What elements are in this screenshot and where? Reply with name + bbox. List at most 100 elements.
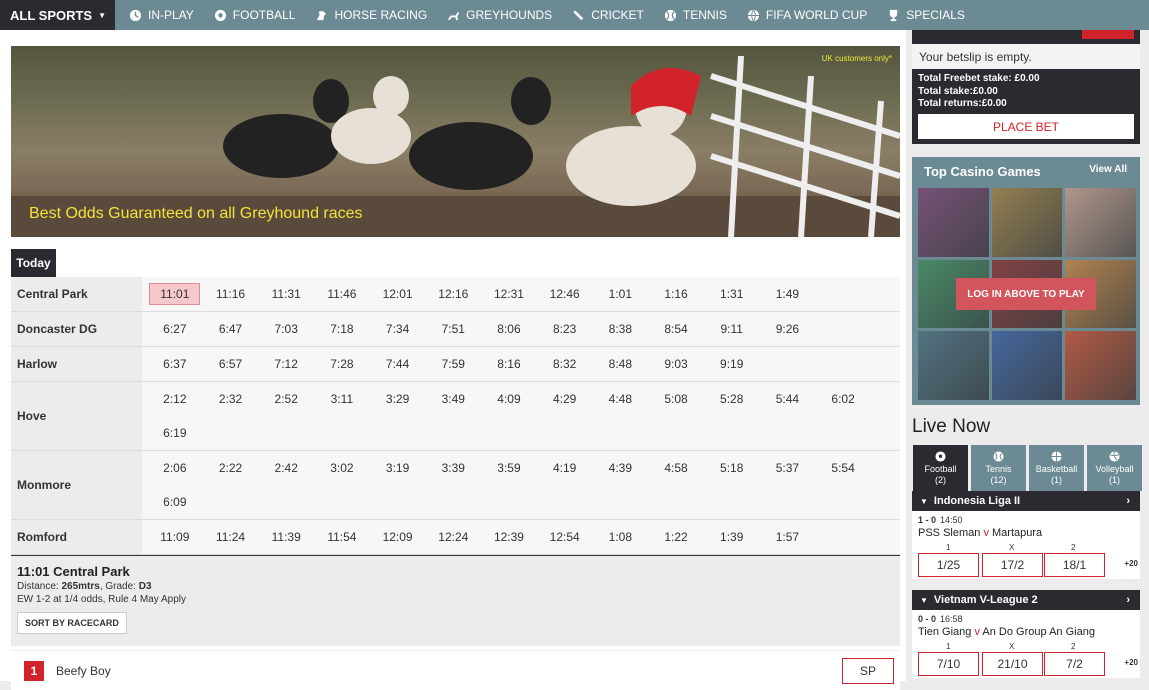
nav-fifa-world-cup[interactable]: FIFA WORLD CUP xyxy=(747,8,867,22)
nav-in-play[interactable]: IN-PLAY xyxy=(129,8,194,22)
race-time-link[interactable]: 12:09 xyxy=(370,520,426,554)
race-time-link[interactable]: 4:09 xyxy=(481,382,537,416)
place-bet-button[interactable]: PLACE BET xyxy=(918,114,1134,139)
casino-game-tile[interactable] xyxy=(1065,188,1136,257)
more-markets-link[interactable]: +20 xyxy=(1124,658,1138,667)
nav-greyhounds[interactable]: GREYHOUNDS xyxy=(447,8,552,22)
casino-game-tile[interactable] xyxy=(1065,331,1136,400)
race-time-link[interactable]: 12:31 xyxy=(481,277,537,311)
race-time-link[interactable]: 5:28 xyxy=(704,382,760,416)
casino-game-tile[interactable] xyxy=(918,331,989,400)
race-time-link[interactable]: 6:09 xyxy=(147,485,203,519)
race-time-link[interactable]: 4:19 xyxy=(537,451,593,485)
league-header[interactable]: ▼ Vietnam V-League 2 › xyxy=(912,590,1140,610)
odds-button[interactable]: 21/10 xyxy=(982,652,1043,676)
race-time-link[interactable]: 2:32 xyxy=(203,382,259,416)
race-time-link[interactable]: 8:16 xyxy=(481,347,537,381)
race-time-link[interactable]: 7:51 xyxy=(425,312,481,346)
race-time-link[interactable]: 6:27 xyxy=(147,312,203,346)
race-time-link[interactable]: 4:58 xyxy=(648,451,704,485)
live-tab-volleyball[interactable]: Volleyball (1) xyxy=(1087,445,1142,491)
live-tab-basketball[interactable]: Basketball (1) xyxy=(1029,445,1084,491)
race-time-link[interactable]: 11:39 xyxy=(258,520,314,554)
casino-game-tile[interactable] xyxy=(991,188,1063,257)
race-time-link[interactable]: 8:48 xyxy=(593,347,649,381)
race-time-link[interactable]: 7:03 xyxy=(258,312,314,346)
race-time-link[interactable]: 5:54 xyxy=(815,451,871,485)
race-time-link[interactable]: 7:28 xyxy=(314,347,370,381)
race-time-link[interactable]: 4:39 xyxy=(593,451,649,485)
race-time-link[interactable]: 2:52 xyxy=(258,382,314,416)
race-time-link[interactable]: 12:39 xyxy=(481,520,537,554)
race-time-link[interactable]: 3:49 xyxy=(425,382,481,416)
race-time-link[interactable]: 12:46 xyxy=(537,277,593,311)
race-time-link[interactable]: 6:02 xyxy=(815,382,871,416)
race-time-link[interactable]: 8:54 xyxy=(648,312,704,346)
nav-football[interactable]: FOOTBALL xyxy=(214,8,295,22)
race-time-link[interactable]: 7:12 xyxy=(258,347,314,381)
nav-specials[interactable]: SPECIALS xyxy=(887,8,965,22)
odds-button[interactable]: 7/10 xyxy=(918,652,979,676)
race-time-link[interactable]: 1:22 xyxy=(648,520,704,554)
race-time-link[interactable]: 3:29 xyxy=(370,382,426,416)
login-to-play-button[interactable]: LOG IN ABOVE TO PLAY xyxy=(956,278,1096,310)
odds-button[interactable]: 7/2 xyxy=(1044,652,1105,676)
race-time-link[interactable]: 1:49 xyxy=(760,277,816,311)
race-time-link[interactable]: 12:01 xyxy=(370,277,426,311)
race-time-link[interactable]: 1:31 xyxy=(704,277,760,311)
live-tab-tennis[interactable]: Tennis (12) xyxy=(971,445,1026,491)
race-time-link[interactable]: 3:59 xyxy=(481,451,537,485)
view-all-link[interactable]: View All xyxy=(1089,164,1127,175)
all-sports-menu[interactable]: ALL SPORTS ▼ xyxy=(0,0,115,30)
race-time-link[interactable]: 9:03 xyxy=(648,347,704,381)
race-time-link[interactable]: 2:42 xyxy=(258,451,314,485)
promo-banner[interactable]: UK customers only* Best Odds Guaranteed … xyxy=(11,46,900,237)
race-time-link[interactable]: 12:16 xyxy=(425,277,481,311)
race-time-link[interactable]: 5:08 xyxy=(648,382,704,416)
race-time-link[interactable]: 9:19 xyxy=(704,347,760,381)
race-time-link[interactable]: 7:44 xyxy=(370,347,426,381)
sort-by-racecard-button[interactable]: SORT BY RACECARD xyxy=(17,612,127,634)
runner-price-button[interactable]: SP xyxy=(842,658,894,684)
race-time-link[interactable]: 11:01 xyxy=(147,277,203,311)
nav-tennis[interactable]: TENNIS xyxy=(664,8,727,22)
race-time-link[interactable]: 11:31 xyxy=(258,277,314,311)
race-time-link[interactable]: 7:18 xyxy=(314,312,370,346)
race-time-link[interactable]: 9:26 xyxy=(760,312,816,346)
odds-button[interactable]: 18/1 xyxy=(1044,553,1105,577)
odds-button[interactable]: 17/2 xyxy=(982,553,1043,577)
race-time-link[interactable]: 2:22 xyxy=(203,451,259,485)
race-time-link[interactable]: 11:09 xyxy=(147,520,203,554)
race-time-link[interactable]: 4:48 xyxy=(593,382,649,416)
race-time-link[interactable]: 6:19 xyxy=(147,416,203,450)
casino-game-tile[interactable] xyxy=(991,331,1063,400)
race-time-link[interactable]: 11:46 xyxy=(314,277,370,311)
race-time-link[interactable]: 1:08 xyxy=(593,520,649,554)
race-time-link[interactable]: 3:39 xyxy=(425,451,481,485)
race-time-link[interactable]: 3:11 xyxy=(314,382,370,416)
race-time-link[interactable]: 9:11 xyxy=(704,312,760,346)
race-time-link[interactable]: 6:37 xyxy=(147,347,203,381)
race-time-link[interactable]: 2:12 xyxy=(147,382,203,416)
casino-game-tile[interactable] xyxy=(918,188,989,257)
race-time-link[interactable]: 1:16 xyxy=(648,277,704,311)
race-time-link[interactable]: 3:02 xyxy=(314,451,370,485)
race-time-link[interactable]: 6:57 xyxy=(203,347,259,381)
race-time-link[interactable]: 8:32 xyxy=(537,347,593,381)
race-time-link[interactable]: 8:06 xyxy=(481,312,537,346)
live-tab-football[interactable]: Football (2) xyxy=(913,445,968,491)
race-time-link[interactable]: 1:39 xyxy=(704,520,760,554)
race-time-link[interactable]: 8:38 xyxy=(593,312,649,346)
race-time-link[interactable]: 1:57 xyxy=(760,520,816,554)
race-time-link[interactable]: 5:44 xyxy=(760,382,816,416)
race-time-link[interactable]: 12:54 xyxy=(537,520,593,554)
league-header[interactable]: ▼ Indonesia Liga II › xyxy=(912,491,1140,511)
race-time-link[interactable]: 6:47 xyxy=(203,312,259,346)
race-time-link[interactable]: 3:19 xyxy=(370,451,426,485)
race-time-link[interactable]: 8:23 xyxy=(537,312,593,346)
race-time-link[interactable]: 5:18 xyxy=(704,451,760,485)
nav-horse-racing[interactable]: HORSE RACING xyxy=(315,8,427,22)
race-time-link[interactable]: 11:24 xyxy=(203,520,259,554)
race-time-link[interactable]: 4:29 xyxy=(537,382,593,416)
race-time-link[interactable]: 7:34 xyxy=(370,312,426,346)
